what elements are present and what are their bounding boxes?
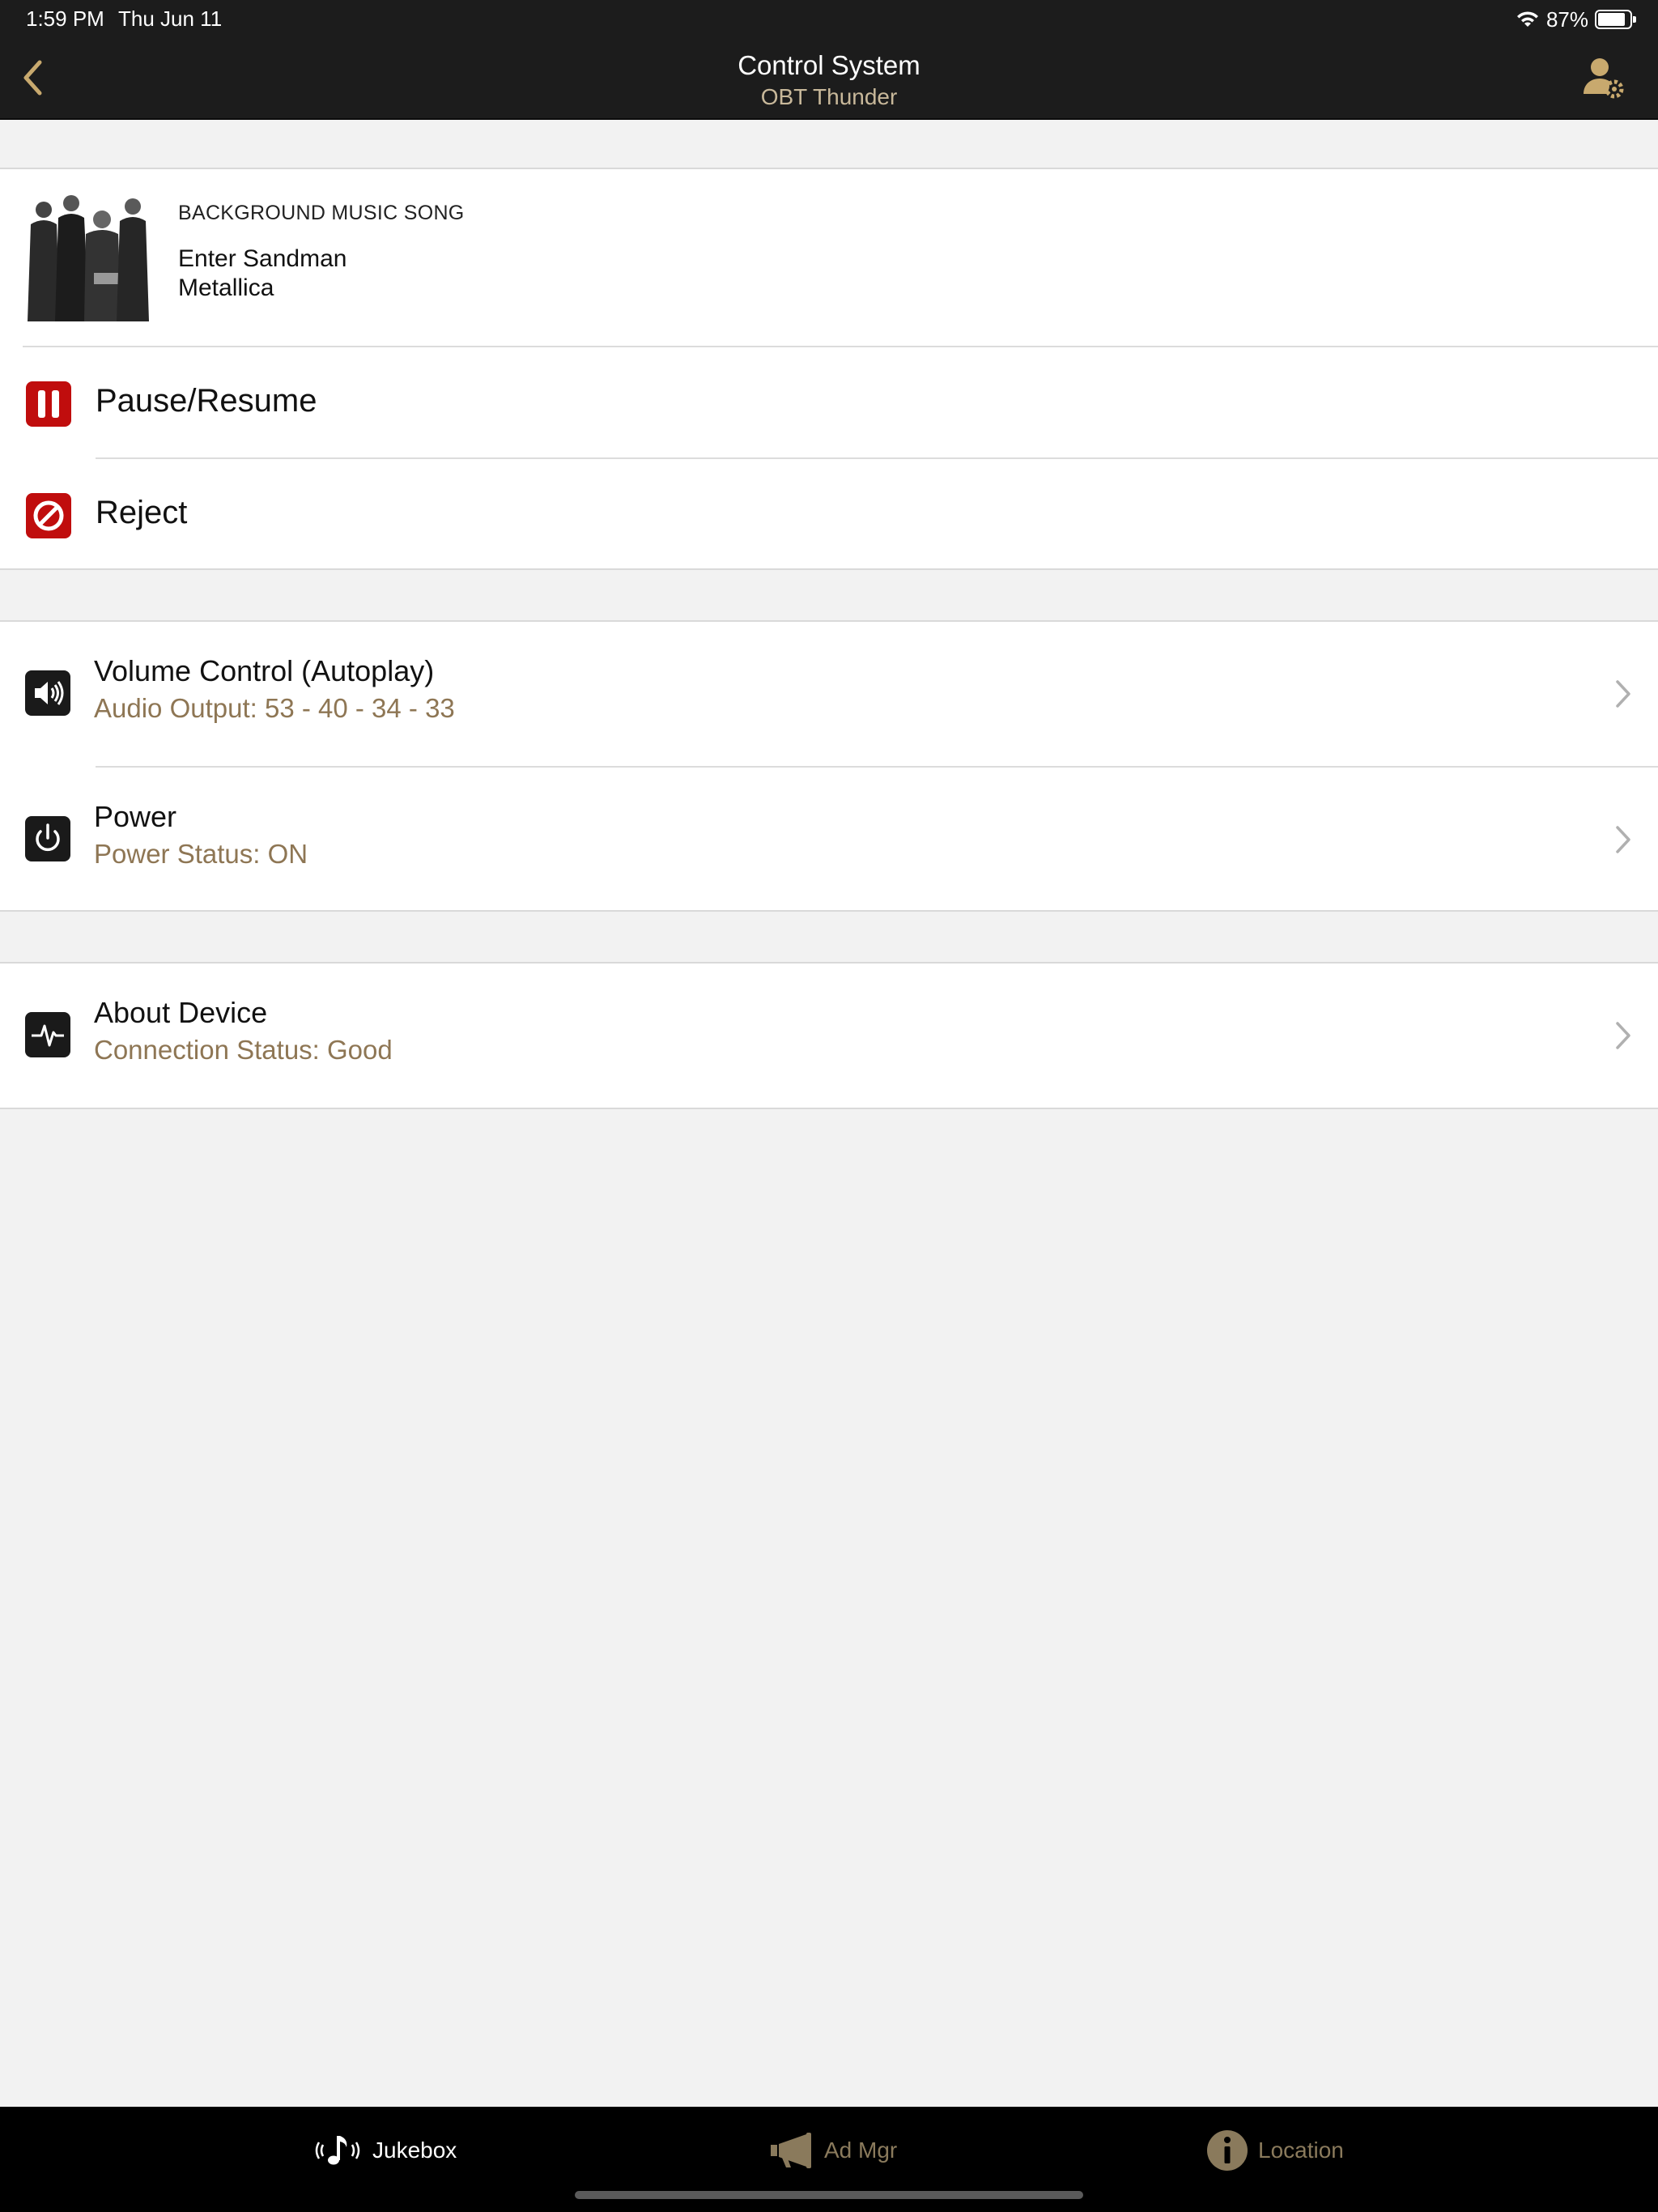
pause-resume-button[interactable]: Pause/Resume [0,347,1658,457]
status-date: Thu Jun 11 [118,6,223,31]
battery-percent: 87% [1545,6,1588,32]
home-indicator [575,2191,1083,2199]
block-icon [26,493,71,538]
reject-button[interactable]: Reject [0,459,1658,569]
connection-status-detail: Connection Status: Good [94,1035,393,1065]
tab-ad-mgr[interactable]: Ad Mgr [769,2126,897,2175]
status-indicators: 87% [1516,6,1636,32]
chevron-right-icon [1616,826,1630,853]
user-settings-button[interactable] [1580,55,1626,100]
audio-output-detail: Audio Output: 53 - 40 - 34 - 33 [94,693,455,723]
power-row[interactable]: Power Power Status: ON [0,768,1658,912]
reject-label: Reject [96,495,188,530]
pause-resume-label: Pause/Resume [96,383,317,419]
user-gear-icon [1584,58,1624,99]
chevron-right-icon [1616,680,1630,708]
wifi-icon [1516,11,1538,27]
about-device-row[interactable]: About Device Connection Status: Good [0,963,1658,1108]
power-icon [25,816,70,861]
page-subtitle: OBT Thunder [760,84,898,109]
device-section: About Device Connection Status: Good [0,962,1658,1109]
top-bar: 1:59 PM Thu Jun 11 87% Control System OB… [0,0,1658,120]
volume-control-label: Volume Control (Autoplay) [94,654,435,687]
speaker-icon [25,670,70,716]
now-playing-section: BACKGROUND MUSIC SONG Enter Sandman Meta… [0,168,1658,570]
jukebox-icon [315,2136,360,2165]
song-title: Enter Sandman [178,245,347,272]
info-icon [1207,2130,1248,2171]
status-time: 1:59 PM [26,6,104,31]
tab-jukebox[interactable]: Jukebox [312,2126,457,2175]
tab-ad-mgr-label: Ad Mgr [824,2138,898,2163]
power-label: Power [94,800,177,833]
power-status-detail: Power Status: ON [94,839,308,869]
band-photo-image [23,192,154,323]
tab-location[interactable]: Location [1206,2126,1344,2175]
tab-location-label: Location [1258,2138,1344,2163]
settings-section: Volume Control (Autoplay) Audio Output: … [0,620,1658,912]
now-playing-label: BACKGROUND MUSIC SONG [178,202,465,224]
pulse-icon [25,1012,70,1057]
megaphone-icon [771,2133,811,2168]
battery-icon [1595,10,1636,29]
chevron-right-icon [1616,1022,1630,1049]
battery-level [1598,13,1626,26]
pause-icon [26,381,71,427]
about-device-label: About Device [94,996,268,1029]
song-artist: Metallica [178,274,274,301]
volume-control-row[interactable]: Volume Control (Autoplay) Audio Output: … [0,622,1658,766]
tab-jukebox-label: Jukebox [372,2138,457,2163]
album-art [23,192,154,323]
page-title: Control System [738,50,920,80]
